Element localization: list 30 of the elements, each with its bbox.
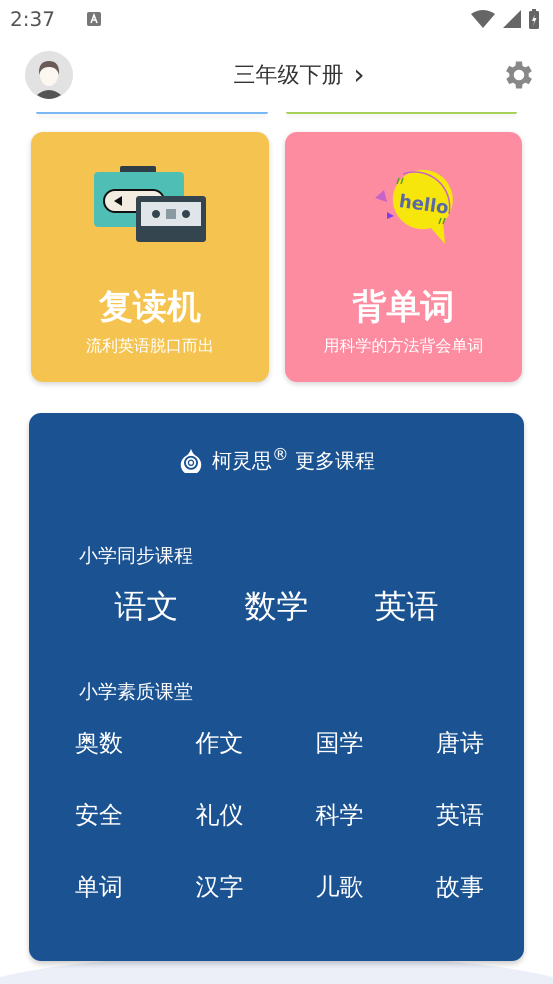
panel-title: 柯灵思$^{®}$ 更多课程: [212, 445, 375, 475]
course-link[interactable]: 科学: [316, 798, 364, 831]
grade-selector[interactable]: 三年级下册 ›: [233, 60, 365, 90]
card-subtitle: 流利英语脱口而出: [86, 336, 214, 357]
course-link[interactable]: 儿歌: [316, 870, 364, 903]
card-subtitle: 用科学的方法背会单词: [323, 336, 484, 357]
battery-icon: [529, 9, 539, 29]
course-link[interactable]: 单词: [75, 870, 124, 903]
course-link[interactable]: 故事: [436, 870, 484, 903]
course-link[interactable]: 国学: [316, 726, 364, 759]
subject-link[interactable]: 语文: [114, 584, 178, 629]
signal-icon: [503, 10, 521, 28]
course-link[interactable]: 安全: [75, 798, 124, 831]
course-link[interactable]: 奥数: [75, 726, 124, 759]
course-link[interactable]: 唐诗: [436, 726, 484, 759]
status-time: 2:37: [10, 7, 55, 31]
card-title: 背单词: [352, 286, 454, 329]
wifi-icon: [471, 10, 495, 28]
avatar-icon[interactable]: [25, 51, 73, 99]
course-link[interactable]: 英语: [436, 798, 484, 831]
course-link[interactable]: 汉字: [195, 870, 244, 903]
subject-link[interactable]: 数学: [244, 584, 308, 629]
keyboard-icon: [86, 12, 101, 26]
section-heading: 小学同步课程: [79, 544, 193, 569]
section-heading: 小学素质课堂: [79, 680, 193, 705]
course-link[interactable]: 作文: [195, 726, 244, 759]
card-title: 复读机: [98, 286, 201, 329]
subject-link[interactable]: 英语: [374, 584, 438, 629]
course-link[interactable]: 礼仪: [195, 798, 244, 831]
feature-card[interactable]: hello 背单词 用科学的方法背会单词: [284, 132, 522, 382]
